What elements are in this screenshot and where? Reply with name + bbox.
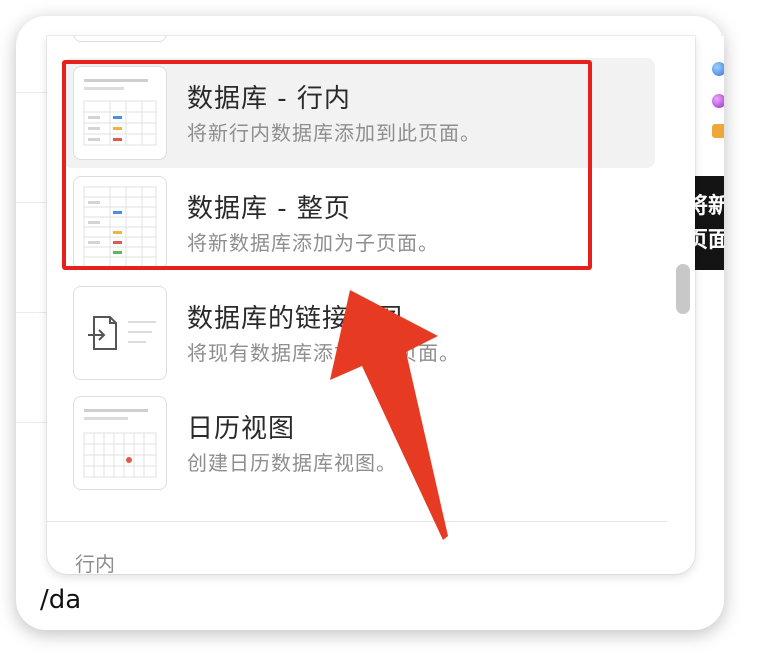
- arrow-shape: [330, 290, 448, 540]
- annotation-arrow-icon: [330, 290, 448, 540]
